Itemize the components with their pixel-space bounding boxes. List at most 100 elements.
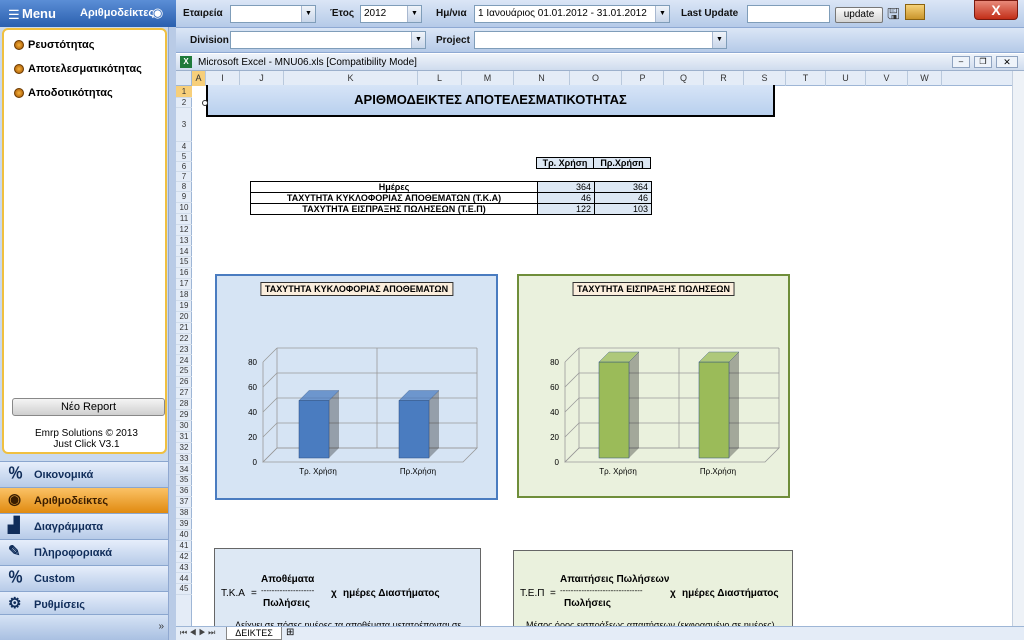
close-button[interactable]: X [974,0,1018,20]
row-header-cell[interactable]: 22 [176,334,192,345]
save-icon[interactable]: 🖫 [887,4,900,29]
row-header-cell[interactable]: 44 [176,574,192,585]
chart-inventory-turnover[interactable]: ΤΑΧΥΤΗΤΑ ΚΥΚΛΟΦΟΡΙΑΣ ΑΠΟΘΕΜΑΤΩΝ 0 20 40 60 8… [215,274,498,500]
restore-icon[interactable]: ❐ [974,56,992,68]
company-select[interactable]: ▼ [230,5,316,23]
nav-info[interactable]: ✎ Πληροφοριακά [0,539,168,565]
row-header-cell[interactable]: 2 [176,98,192,108]
row-header-cell[interactable]: 19 [176,301,192,312]
row-header-cell[interactable]: 30 [176,421,192,432]
select-all-corner[interactable] [176,71,192,86]
row-header-cell[interactable]: 35 [176,475,192,487]
row-header-cell[interactable]: 32 [176,443,192,454]
row-header-cell[interactable]: 26 [176,377,192,389]
new-report-button[interactable]: Νέο Report [12,398,165,416]
row-header-cell[interactable]: 38 [176,508,192,519]
row-header-cell[interactable]: 33 [176,454,192,465]
row-header-cell[interactable]: 34 [176,465,192,476]
row-header-cell[interactable]: 18 [176,290,192,301]
row-header-cell[interactable]: 14 [176,247,192,258]
row-header-cell[interactable]: 36 [176,486,192,498]
column-header-cell[interactable]: K [284,71,418,86]
chart-floor [564,447,780,463]
last-update-field[interactable] [747,5,830,23]
sheet-tab-deiktes[interactable]: ΔΕΙΚΤΕΣ [226,627,282,640]
project-select[interactable]: ▼ [474,31,727,49]
row-header-cell[interactable]: 8 [176,182,192,192]
tab-nav-arrows-icon[interactable]: ⏮ ◀ ▶ ⏭ [180,628,215,638]
gridline [262,422,278,438]
column-header-cell[interactable]: S [744,71,786,86]
chart-receivables-turnover[interactable]: ΤΑΧΥΤΗΤΑ ΕΙΣΠΡΑΞΗΣ ΠΩΛΗΣΕΩΝ 0 20 40 60 80 Τρ.… [517,274,790,498]
column-header-cell[interactable]: M [462,71,514,86]
column-header-cell[interactable]: Q [664,71,704,86]
row-header-cell[interactable]: 13 [176,236,192,247]
row-header-cell[interactable]: 43 [176,563,192,574]
sidebar-item-liquidity[interactable]: Ρευστότητας [14,39,95,51]
row-header-cell[interactable]: 29 [176,410,192,421]
row-header-cell[interactable]: 1 [176,86,192,98]
column-header-cell[interactable]: O [570,71,622,86]
row-header-cell[interactable]: 9 [176,192,192,203]
column-header-cell[interactable]: I [206,71,240,86]
row-header-cell[interactable]: 27 [176,388,192,400]
row-header-cell[interactable]: 24 [176,356,192,367]
nav-charts[interactable]: ▟ Διαγράμματα [0,513,168,539]
row-header-cell[interactable]: 37 [176,497,192,509]
row-header-cell[interactable]: 17 [176,279,192,291]
update-button[interactable]: update [835,7,883,23]
date-select[interactable]: 1 Ιανουάριος 01.01.2012 - 31.01.2012 ▼ [474,5,670,23]
row-header-cell[interactable]: 5 [176,152,192,162]
sheet-tabs-bar: ⏮ ◀ ▶ ⏭ ΔΕΙΚΤΕΣ ⊞ [176,626,1024,640]
column-header-cell[interactable]: R [704,71,744,86]
cell-handle-icon[interactable] [202,100,208,106]
row-header-cell[interactable]: 11 [176,214,192,225]
division-select[interactable]: ▼ [230,31,426,49]
row-header-cell[interactable]: 23 [176,345,192,356]
new-sheet-icon[interactable]: ⊞ [286,627,294,638]
column-header-cell[interactable]: T [786,71,826,86]
column-header-cell[interactable]: J [240,71,284,86]
menu-label[interactable]: Menu [22,6,56,21]
row-header-cell[interactable]: 41 [176,541,192,552]
close-icon[interactable]: ✕ [996,56,1018,68]
row-header-cell[interactable]: 4 [176,142,192,152]
row-header-cell[interactable]: 42 [176,552,192,563]
folder-icon[interactable] [905,4,925,20]
column-header-cell[interactable]: A [192,71,206,86]
row-header-cell[interactable]: 12 [176,225,192,236]
year-select[interactable]: 2012 ▼ [360,5,422,23]
column-header-cell[interactable]: W [908,71,942,86]
row-header-cell[interactable]: 16 [176,268,192,280]
nav-financials[interactable]: ％ Οικονομικά [0,461,168,487]
minimize-icon[interactable]: – [952,56,970,68]
nav-custom[interactable]: ％ Custom [0,565,168,591]
chart-icon: ▟ [8,517,20,534]
credits-version: Just Click V3.1 [53,439,120,450]
expand-chevron-icon[interactable]: » [158,621,164,632]
row-header-cell[interactable]: 28 [176,399,192,410]
row-header-cell[interactable]: 15 [176,257,192,269]
row-header-cell[interactable]: 21 [176,323,192,334]
column-header-cell[interactable]: V [866,71,908,86]
row-header-cell[interactable]: 3 [176,108,192,142]
column-header-cell[interactable]: N [514,71,570,86]
row-header-cell[interactable]: 6 [176,162,192,172]
row-header-cell[interactable]: 39 [176,519,192,530]
row-header-cell[interactable]: 31 [176,432,192,443]
row-header-cell[interactable]: 45 [176,584,192,596]
column-header-cell[interactable]: U [826,71,866,86]
row-header-cell[interactable]: 40 [176,530,192,541]
sidebar-item-efficiency[interactable]: Αποτελεσματικότητας [14,63,142,75]
row-header-cell[interactable]: 20 [176,312,192,323]
row-header-cell[interactable]: 7 [176,172,192,182]
row-header-cell[interactable]: 25 [176,366,192,378]
menu-hamburger-icon[interactable]: ☰ [8,7,20,23]
nav-ratios[interactable]: ◉ Αριθμοδείκτες [0,487,168,513]
column-header-cell[interactable]: L [418,71,462,86]
row-header-cell[interactable]: 10 [176,203,192,214]
vertical-scrollbar[interactable] [1012,71,1024,626]
column-header-cell[interactable]: P [622,71,664,86]
sidebar-item-profitability[interactable]: Αποδοτικότητας [14,87,113,99]
splitter[interactable] [168,27,176,640]
